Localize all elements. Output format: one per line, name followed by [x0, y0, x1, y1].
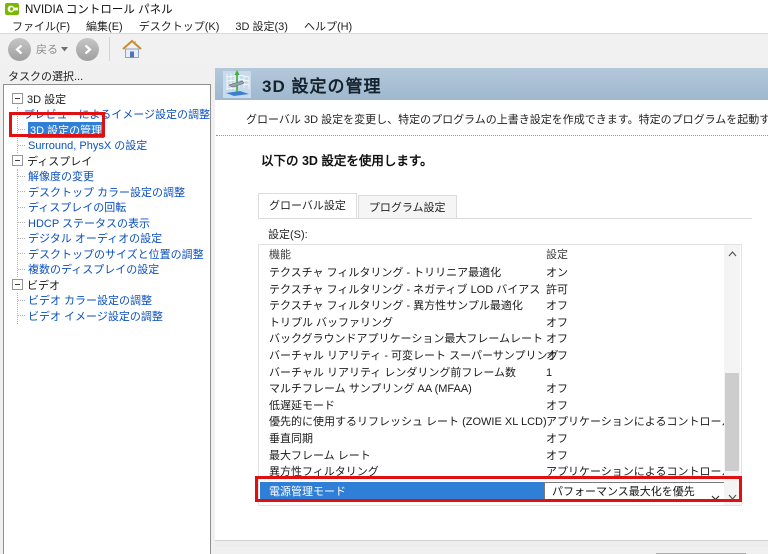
tree-node-display[interactable]: ディスプレイ — [12, 153, 210, 169]
back-button[interactable] — [8, 37, 31, 61]
home-icon — [122, 39, 142, 58]
title-bar: NVIDIA コントロール パネル — [0, 0, 768, 18]
dotted-divider — [216, 135, 768, 136]
page-description: グローバル 3D 設定を変更し、特定のプログラムの上書き設定を作成できます。特定… — [246, 114, 768, 126]
scroll-up-icon[interactable] — [724, 246, 740, 261]
menu-file[interactable]: ファイル(F) — [4, 18, 78, 34]
table-row[interactable]: 垂直同期 オフ — [259, 431, 741, 448]
tab-pane-border — [258, 218, 752, 219]
tree-node-3d-settings[interactable]: 3D 設定 — [12, 91, 210, 107]
sidebar-item-desktop-size-position[interactable]: デスクトップのサイズと位置の調整 — [18, 246, 210, 262]
table-row[interactable]: マルチフレーム サンプリング AA (MFAA) オフ — [259, 381, 741, 398]
table-row[interactable]: 優先的に使用するリフレッシュ レート (ZOWIE XL LCD) アプリケーショ… — [259, 414, 741, 431]
table-row[interactable]: バックグラウンドアプリケーション最大フレームレート オフ — [259, 331, 741, 348]
nvidia-control-panel-window: NVIDIA コントロール パネル ファイル(F) 編集(E) デスクトップ(K… — [0, 0, 768, 554]
arrow-right-icon — [84, 44, 92, 54]
sidebar-item-rotate-display[interactable]: ディスプレイの回転 — [18, 200, 210, 216]
page-header-band: 3D 設定の管理 — [215, 68, 768, 100]
window-title: NVIDIA コントロール パネル — [25, 4, 173, 16]
sidebar-header: タスクの選択... — [8, 71, 84, 83]
task-tree: 3D 設定 プレビューによるイメージ設定の調整 3D 設定の管理 Surroun… — [3, 84, 211, 554]
sidebar-item-digital-audio[interactable]: デジタル オーディオの設定 — [18, 231, 210, 247]
menu-edit[interactable]: 編集(E) — [78, 18, 131, 34]
table-header: 機能 設定 — [259, 245, 741, 265]
table-row[interactable]: 低遅延モード オフ — [259, 398, 741, 415]
table-row[interactable]: テクスチャ フィルタリング - トリリニア最適化 オン — [259, 265, 741, 282]
forward-button[interactable] — [76, 37, 99, 61]
menu-bar: ファイル(F) 編集(E) デスクトップ(K) 3D 設定(3) ヘルプ(H) — [0, 18, 768, 33]
menu-desktop[interactable]: デスクトップ(K) — [131, 18, 228, 34]
sidebar: タスクの選択... 3D 設定 プレビューによるイメージ設定の調整 3D 設定の… — [0, 64, 215, 554]
back-label: 戻る — [36, 44, 58, 56]
table-row[interactable]: 最大フレーム レート オフ — [259, 448, 741, 465]
table-scrollbar[interactable] — [724, 245, 740, 505]
annotation-box-sidebar-item — [9, 112, 105, 137]
table-row[interactable]: テクスチャ フィルタリング - ネガティブ LOD バイアス 許可 — [259, 282, 741, 299]
table-row[interactable]: トリプル バッファリング オフ — [259, 315, 741, 332]
nvidia-logo-icon — [5, 2, 19, 16]
manage-3d-settings-icon — [222, 69, 252, 99]
toolbar: 戻る — [0, 33, 768, 64]
menu-help[interactable]: ヘルプ(H) — [296, 18, 360, 34]
arrow-left-icon — [15, 44, 23, 54]
settings-table: 機能 設定 テクスチャ フィルタリング - トリリニア最適化 オン テクスチャ フ… — [258, 244, 742, 506]
column-setting: 設定 — [546, 249, 568, 261]
page-title: 3D 設定の管理 — [262, 76, 382, 96]
collapse-icon[interactable] — [12, 155, 23, 167]
tab-global-settings[interactable]: グローバル設定 — [258, 193, 357, 218]
annotation-box-power-row — [255, 476, 742, 502]
column-feature: 機能 — [269, 249, 291, 261]
toolbar-divider — [109, 37, 110, 61]
scrollbar-thumb[interactable] — [725, 373, 739, 471]
menu-3d-settings[interactable]: 3D 設定(3) — [227, 18, 296, 34]
table-row[interactable]: バーチャル リアリティ レンダリング前フレーム数 1 — [259, 365, 741, 382]
settings-label: 設定(S): — [268, 229, 308, 241]
tree-node-video[interactable]: ビデオ — [12, 277, 210, 293]
intro-text: 以下の 3D 設定を使用します。 — [261, 154, 433, 168]
sidebar-item-video-color[interactable]: ビデオ カラー設定の調整 — [18, 293, 210, 309]
sidebar-item-video-image[interactable]: ビデオ イメージ設定の調整 — [18, 308, 210, 324]
content-bottom-strip — [215, 540, 768, 547]
sidebar-item-surround-physx[interactable]: Surround, PhysX の設定 — [18, 138, 210, 154]
sidebar-item-change-resolution[interactable]: 解像度の変更 — [18, 169, 210, 185]
collapse-icon[interactable] — [12, 93, 23, 105]
table-row[interactable]: テクスチャ フィルタリング - 異方性サンプル最適化 オフ — [259, 298, 741, 315]
home-button[interactable] — [120, 38, 144, 60]
sidebar-item-desktop-color[interactable]: デスクトップ カラー設定の調整 — [18, 184, 210, 200]
tree-group-video: ビデオ ビデオ カラー設定の調整 ビデオ イメージ設定の調整 — [12, 277, 210, 324]
collapse-icon[interactable] — [12, 279, 23, 291]
tree-group-display: ディスプレイ 解像度の変更 デスクトップ カラー設定の調整 ディスプレイの回転 … — [12, 153, 210, 277]
back-dropdown-caret-icon[interactable] — [61, 46, 68, 52]
sidebar-item-multiple-displays[interactable]: 複数のディスプレイの設定 — [18, 262, 210, 278]
table-row[interactable]: バーチャル リアリティ - 可変レート スーパーサンプリング オフ — [259, 348, 741, 365]
sidebar-item-hdcp-status[interactable]: HDCP ステータスの表示 — [18, 215, 210, 231]
tab-strip: グローバル設定 プログラム設定 — [258, 193, 458, 218]
tab-program-settings[interactable]: プログラム設定 — [357, 195, 457, 218]
